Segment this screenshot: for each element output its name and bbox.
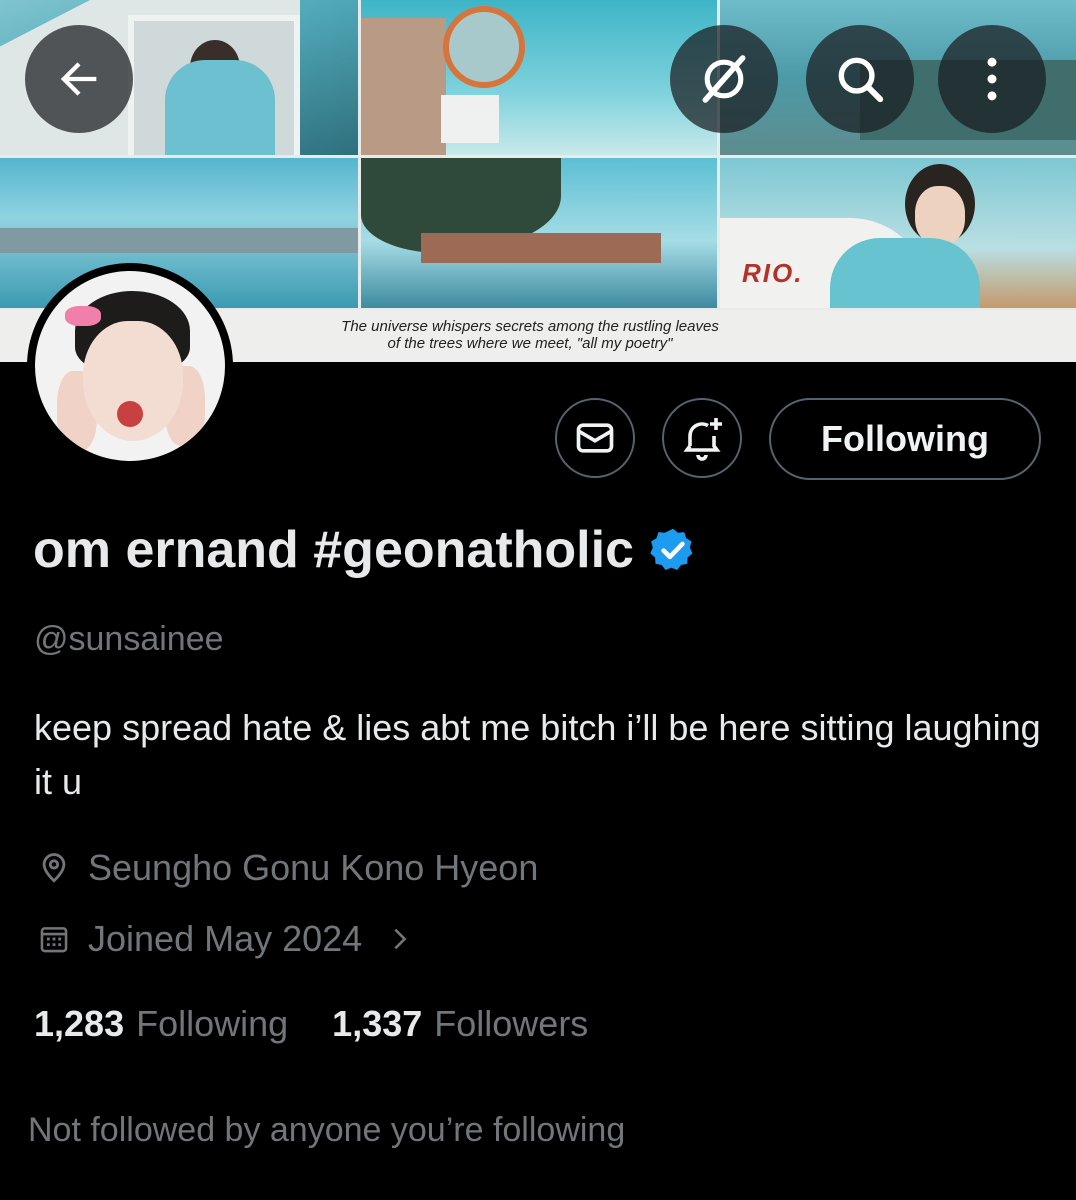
banner-quote-line: of the trees where we meet, "all my poet… [387,335,673,352]
followers-label: Followers [434,1003,589,1044]
banner-photo-boat: RIO. [720,158,1076,308]
joined-row[interactable]: Joined May 2024 [34,918,414,960]
calendar-icon [34,919,74,959]
following-count-link[interactable]: 1,283 Following [34,1003,288,1045]
verified-badge-icon[interactable] [648,525,698,575]
location-text: Seungho Gonu Kono Hyeon [88,847,539,888]
search-icon [838,57,884,103]
bell-plus-icon [683,418,722,461]
location-row: Seungho Gonu Kono Hyeon [34,847,538,889]
banner-photo-mirror [361,0,717,155]
arrow-left-icon [60,62,97,96]
display-name: om ernand #geonatholic [33,521,634,579]
joined-text: Joined May 2024 [88,918,363,959]
boat-lettering: RIO. [742,258,804,288]
grok-icon [702,55,746,103]
user-handle: @sunsainee [34,620,224,658]
avatar[interactable] [27,263,233,469]
grok-button[interactable] [670,25,778,133]
mutual-followers-text: Not followed by anyone you’re following [28,1111,626,1149]
display-name-row: om ernand #geonatholic [33,520,698,580]
avatar-photo [35,271,225,461]
more-vertical-icon [987,57,997,101]
banner-quote-line: The universe whispers secrets among the … [341,318,719,335]
chevron-right-icon [386,922,414,956]
following-label: Following [136,1003,289,1044]
notifications-button[interactable] [662,398,742,478]
envelope-icon [576,423,614,453]
followers-count-link[interactable]: 1,337 Followers [332,1003,588,1045]
follow-stats: 1,283 Following 1,337 Followers [34,1003,588,1045]
message-button[interactable] [555,398,635,478]
location-pin-icon [34,848,74,888]
following-button[interactable]: Following [769,398,1041,480]
banner-photo-campus [361,158,717,308]
followers-count: 1,337 [332,1003,423,1044]
following-count: 1,283 [34,1003,125,1044]
bio: keep spread hate & lies abt me bitch i’l… [34,707,1041,802]
search-button[interactable] [806,25,914,133]
back-button[interactable] [25,25,133,133]
more-options-button[interactable] [938,25,1046,133]
